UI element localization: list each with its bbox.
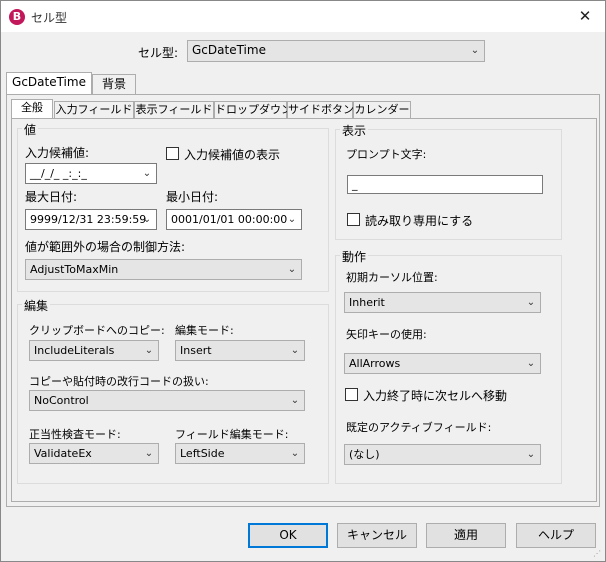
prompt-char-input[interactable]: _ [347,175,543,194]
cursor-position-label: 初期カーソル位置: [346,271,438,284]
chevron-down-icon: ⌄ [526,297,536,308]
edit-mode-select[interactable]: Insert ⌄ [175,340,305,361]
newline-select[interactable]: NoControl ⌄ [29,390,305,411]
validate-value: ValidateEx [34,447,92,460]
help-button[interactable]: ヘルプ [516,523,596,548]
min-date-value: 0001/01/01 00:00:00 [171,213,288,226]
tab-calendar[interactable]: カレンダー [353,101,411,119]
validate-label: 正当性検査モード: [29,428,121,441]
chevron-down-icon: ⌄ [144,448,154,459]
active-field-select[interactable]: (なし) ⌄ [344,444,541,465]
cursor-position-value: Inherit [349,296,385,309]
arrow-keys-label: 矢印キーの使用: [346,328,427,341]
chevron-down-icon: ⌄ [287,264,297,275]
newline-value: NoControl [34,394,89,407]
display-group-title: 表示 [340,122,369,139]
chevron-down-icon: ⌄ [144,345,154,356]
tab-dropdown[interactable]: ドロップダウン [214,101,292,119]
out-of-range-value: AdjustToMaxMin [30,263,119,276]
readonly-label: 読み取り専用にする [365,214,474,228]
size-grip-icon[interactable]: ⋰ [593,549,603,559]
title-bar: B セル型 ✕ [1,1,605,32]
tab-input-field[interactable]: 入力フィールド [54,101,134,119]
window-title: セル型 [31,11,68,25]
apply-button[interactable]: 適用 [426,523,506,548]
candidate-label: 入力候補値: [25,146,90,160]
tab-side-button[interactable]: サイドボタン [287,101,354,119]
chevron-down-icon: ⌄ [470,45,480,56]
readonly-checkbox[interactable] [347,213,360,226]
tab-background[interactable]: 背景 [92,74,136,94]
edit-group-title: 編集 [22,297,51,314]
newline-label: コピーや貼付時の改行コードの扱い: [29,375,209,388]
chevron-down-icon: ⌄ [142,214,152,225]
next-cell-checkbox[interactable] [345,388,358,401]
chevron-down-icon: ⌄ [290,395,300,406]
chevron-down-icon: ⌄ [287,214,297,225]
min-date-select[interactable]: 0001/01/01 00:00:00 ⌄ [166,209,302,230]
celltype-label: セル型: [138,46,179,60]
prompt-char-label: プロンプト文字: [346,148,427,161]
arrow-keys-value: AllArrows [349,357,401,370]
app-icon: B [9,9,25,25]
chevron-down-icon: ⌄ [290,448,300,459]
active-field-label: 既定のアクティブフィールド: [346,421,492,434]
clipboard-select[interactable]: IncludeLiterals ⌄ [29,340,159,361]
validate-select[interactable]: ValidateEx ⌄ [29,443,159,464]
cursor-position-select[interactable]: Inherit ⌄ [344,292,541,313]
tab-general[interactable]: 全般 [11,99,53,119]
show-candidate-label: 入力候補値の表示 [184,148,281,162]
chevron-down-icon: ⌄ [526,449,536,460]
field-edit-mode-label: フィールド編集モード: [175,428,289,441]
ok-button[interactable]: OK [248,523,328,548]
active-field-value: (なし) [349,448,380,461]
show-candidate-checkbox[interactable] [166,147,179,160]
candidate-value: __/_/_ _:_:_ [30,167,87,180]
out-of-range-label: 値が範囲外の場合の制御方法: [25,240,186,254]
close-icon[interactable]: ✕ [571,4,599,28]
cancel-button[interactable]: キャンセル [337,523,417,548]
candidate-select[interactable]: __/_/_ _:_:_ ⌄ [25,163,157,184]
max-date-select[interactable]: 9999/12/31 23:59:59 ⌄ [25,209,157,230]
chevron-down-icon: ⌄ [290,345,300,356]
celltype-value: GcDateTime [192,43,266,57]
next-cell-label: 入力終了時に次セルへ移動 [363,389,508,403]
arrow-keys-select[interactable]: AllArrows ⌄ [344,353,541,374]
clipboard-label: クリップボードへのコピー: [29,324,165,337]
behavior-group-title: 動作 [340,248,369,265]
chevron-down-icon: ⌄ [526,358,536,369]
chevron-down-icon: ⌄ [142,168,152,179]
value-group-title: 値 [22,121,39,138]
max-date-value: 9999/12/31 23:59:59 [30,213,147,226]
min-date-label: 最小日付: [166,190,219,204]
field-edit-mode-value: LeftSide [180,447,225,460]
max-date-label: 最大日付: [25,190,78,204]
tab-gcdatetime[interactable]: GcDateTime [6,72,92,94]
edit-mode-label: 編集モード: [175,324,234,337]
celltype-select[interactable]: GcDateTime ⌄ [187,40,485,62]
clipboard-value: IncludeLiterals [34,344,115,357]
out-of-range-select[interactable]: AdjustToMaxMin ⌄ [25,259,302,280]
dialog-window: B セル型 ✕ セル型: GcDateTime ⌄ GcDateTime 背景 … [0,0,606,562]
edit-mode-value: Insert [180,344,212,357]
field-edit-mode-select[interactable]: LeftSide ⌄ [175,443,305,464]
tab-display-field[interactable]: 表示フィールド [134,101,214,119]
